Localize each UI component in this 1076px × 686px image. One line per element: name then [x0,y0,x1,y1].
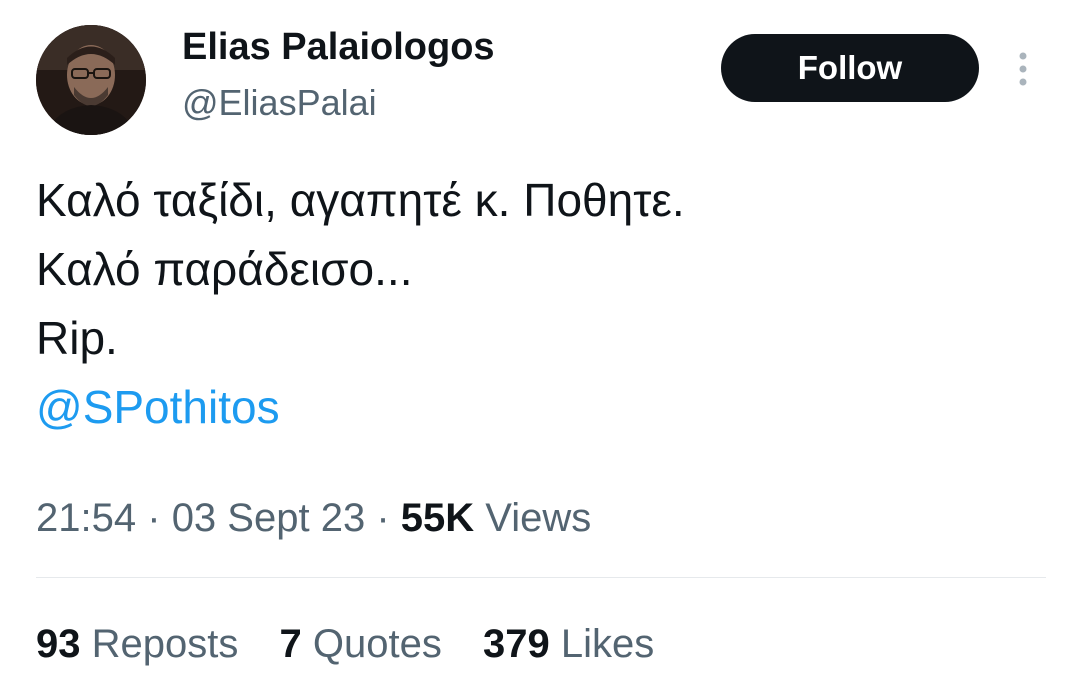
tweet-date[interactable]: 03 Sept 23 [172,496,366,540]
tweet-line: Καλό ταξίδι, αγαπητέ κ. Ποθητε. [36,174,685,226]
likes-count: 379 [482,622,550,666]
reposts-stat[interactable]: 93 Reposts [36,617,238,671]
more-vertical-icon[interactable] [1008,50,1038,90]
views-label: Views [485,496,592,540]
tweet-time[interactable]: 21:54 [36,496,136,540]
avatar-image [36,25,146,135]
views-count: 55K [400,496,475,540]
avatar[interactable] [36,25,146,135]
tweet-line: Rip. [36,312,118,364]
author-display-name[interactable]: Elias Palaiologos [182,23,495,71]
tweet-meta: 21:54 · 03 Sept 23 · 55K Views [36,491,591,545]
likes-stat[interactable]: 379 Likes [483,617,654,671]
reposts-count: 93 [36,622,81,666]
reposts-label: Reposts [91,622,239,666]
meta-separator: · [147,496,161,540]
meta-separator: · [376,496,390,540]
tweet-text: Καλό ταξίδι, αγαπητέ κ. Ποθητε. Καλό παρ… [36,166,1036,442]
quotes-count: 7 [279,622,302,666]
mention-link[interactable]: @SPothitos [36,373,1036,442]
quotes-stat[interactable]: 7 Quotes [280,617,442,671]
divider [36,577,1046,578]
follow-button[interactable]: Follow [721,34,979,102]
tweet-line: Καλό παράδεισο... [36,243,413,295]
likes-label: Likes [560,622,655,666]
tweet-stats: 93 Reposts 7 Quotes 379 Likes [36,617,684,671]
quotes-label: Quotes [312,622,442,666]
author-handle[interactable]: @EliasPalai [182,80,377,126]
